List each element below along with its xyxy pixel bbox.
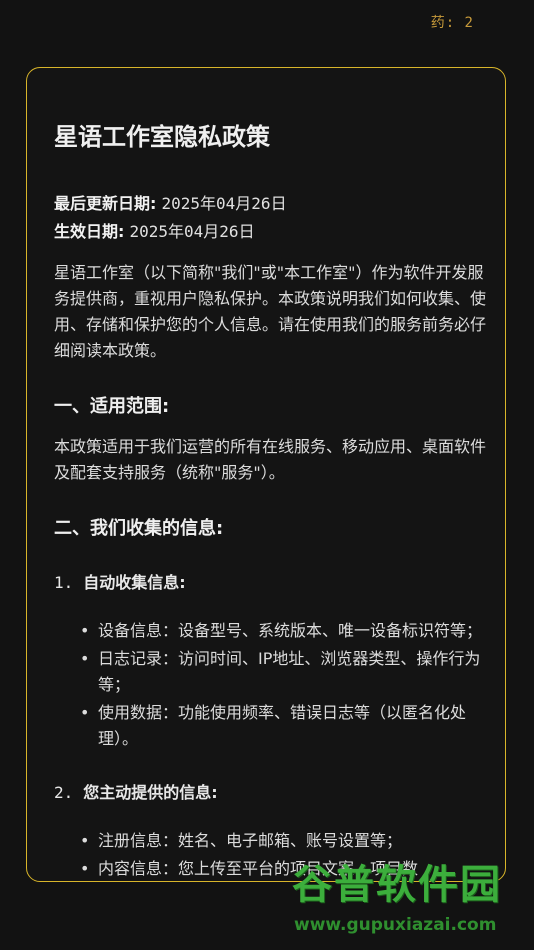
subsection-title: 您主动提供的信息: [83,783,218,802]
subsection-auto-collected: 1. 自动收集信息: [54,570,486,596]
last-updated-line: 最后更新日期: 2025年04月26日 [54,190,486,218]
list-item: 设备信息：设备型号、系统版本、唯一设备标识符等； [80,618,486,644]
list-item: 注册信息：姓名、电子邮箱、账号设置等； [80,828,486,854]
privacy-policy-dialog[interactable]: 星语工作室隐私政策 最后更新日期: 2025年04月26日 生效日期: 2025… [26,67,506,882]
scope-paragraph: 本政策适用于我们运营的所有在线服务、移动应用、桌面软件及配套支持服务（统称"服务… [54,437,487,482]
subsection-number: 1. [54,573,74,592]
subsection-user-provided: 2. 您主动提供的信息: [54,780,486,806]
last-updated-label: 最后更新日期: [54,194,157,213]
auto-collected-list: 设备信息：设备型号、系统版本、唯一设备标识符等； 日志记录：访问时间、IP地址、… [54,618,486,752]
effective-date-label: 生效日期: [54,222,125,241]
intro-paragraph: 星语工作室（以下简称"我们"或"本工作室"）作为软件开发服务提供商，重视用户隐私… [54,263,487,360]
subsection-title: 自动收集信息: [83,573,186,592]
watermark-logo: 谷普软件园 [292,862,502,908]
list-item: 日志记录：访问时间、IP地址、浏览器类型、操作行为等； [80,646,486,698]
effective-date-line: 生效日期: 2025年04月26日 [54,218,486,246]
policy-content[interactable]: 星语工作室隐私政策 最后更新日期: 2025年04月26日 生效日期: 2025… [54,120,487,881]
section-heading-scope: 一、适用范围: [54,396,170,417]
section-heading-collected-info: 二、我们收集的信息: [54,518,224,539]
list-item: 使用数据：功能使用频率、错误日志等（以匿名化处理）。 [80,700,486,752]
effective-date-value: 2025年04月26日 [129,222,255,241]
last-updated-value: 2025年04月26日 [161,194,287,213]
status-counter: 药: 2 [430,15,474,31]
watermark-url: www.gupuxiazai.com [294,915,497,935]
site-watermark: 谷普软件园 www.gupuxiazai.com [292,860,528,946]
subsection-number: 2. [54,783,74,802]
page-title: 星语工作室隐私政策 [54,123,270,151]
